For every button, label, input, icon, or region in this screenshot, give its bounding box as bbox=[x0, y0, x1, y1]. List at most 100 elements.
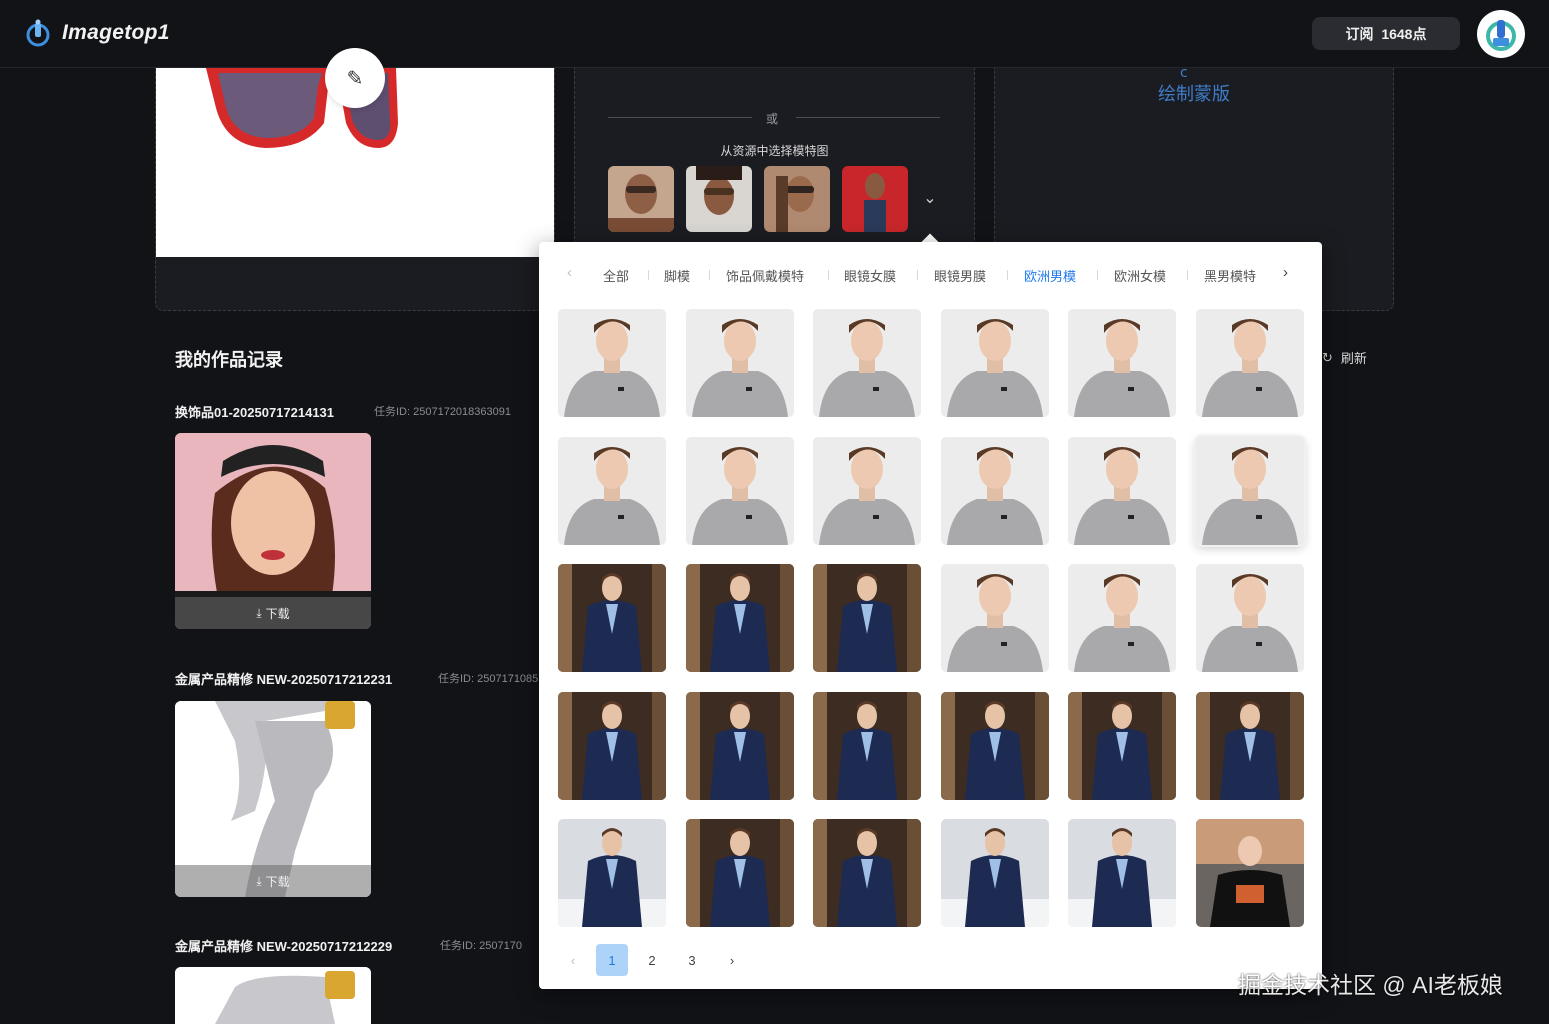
model-grid-item[interactable] bbox=[1068, 309, 1176, 417]
model-grid-item[interactable] bbox=[1068, 437, 1176, 545]
work-task-id: 任务ID: 2507171085 bbox=[438, 673, 539, 685]
pager-next-icon[interactable]: › bbox=[716, 944, 748, 976]
model-grid-item[interactable] bbox=[941, 564, 1049, 672]
model-grid-item[interactable] bbox=[558, 437, 666, 545]
model-photo-icon bbox=[764, 166, 830, 232]
model-photo-icon bbox=[558, 437, 666, 545]
model-photo-icon bbox=[608, 166, 674, 232]
model-photo-icon bbox=[1196, 819, 1304, 927]
model-photo-icon bbox=[686, 564, 794, 672]
model-grid-item[interactable] bbox=[1196, 309, 1304, 417]
model-grid-item[interactable] bbox=[1196, 564, 1304, 672]
model-photo-icon bbox=[941, 309, 1049, 417]
model-grid-item[interactable] bbox=[1196, 437, 1304, 545]
work-name: 金属产品精修 NEW-20250717212229 bbox=[175, 939, 393, 954]
model-grid-item[interactable] bbox=[941, 819, 1049, 927]
tab-divider bbox=[709, 270, 710, 280]
model-grid-item[interactable] bbox=[686, 819, 794, 927]
model-photo-icon bbox=[1068, 564, 1176, 672]
model-grid-item[interactable] bbox=[686, 692, 794, 800]
model-grid-item[interactable] bbox=[941, 437, 1049, 545]
watermark: 掘金技术社区 @ AI老板娘 bbox=[1238, 972, 1503, 998]
page-3[interactable]: 3 bbox=[676, 944, 708, 976]
model-thumb[interactable] bbox=[764, 166, 830, 232]
model-grid-item[interactable] bbox=[558, 309, 666, 417]
model-grid-item[interactable] bbox=[558, 564, 666, 672]
model-photo-icon bbox=[941, 692, 1049, 800]
work-task-id: 任务ID: 2507170 bbox=[440, 940, 522, 952]
model-thumb[interactable] bbox=[686, 166, 752, 232]
divider-right bbox=[796, 117, 940, 118]
model-photo-icon bbox=[686, 437, 794, 545]
model-grid-item[interactable] bbox=[813, 692, 921, 800]
tab-glasses-male[interactable]: 眼镜男膜 bbox=[934, 266, 986, 285]
logo-icon bbox=[26, 19, 50, 47]
model-thumb[interactable] bbox=[608, 166, 674, 232]
divider-left bbox=[608, 117, 752, 118]
top-bar: Imagetop1 订阅 1648点 bbox=[0, 0, 1549, 68]
draw-mask-button[interactable]: 绘制蒙版 bbox=[1120, 80, 1268, 106]
works-title: 我的作品记录 bbox=[175, 350, 283, 370]
model-grid-item[interactable] bbox=[813, 437, 921, 545]
tab-glasses-female[interactable]: 眼镜女膜 bbox=[844, 266, 896, 285]
page-2[interactable]: 2 bbox=[636, 944, 668, 976]
tab-european-female[interactable]: 欧洲女模 bbox=[1114, 266, 1166, 285]
work-card[interactable]: ⤓ 下载 bbox=[175, 701, 371, 897]
app-name: Imagetop1 bbox=[62, 21, 170, 44]
model-grid-item[interactable] bbox=[686, 309, 794, 417]
model-grid-item[interactable] bbox=[941, 692, 1049, 800]
model-grid-item[interactable] bbox=[686, 564, 794, 672]
model-thumb[interactable] bbox=[842, 166, 908, 232]
model-grid-item[interactable] bbox=[1068, 692, 1176, 800]
pick-model-label: 从资源中选择模特图 bbox=[720, 144, 829, 158]
model-grid-item[interactable] bbox=[558, 692, 666, 800]
model-photo-icon bbox=[1196, 309, 1304, 417]
model-photo-icon bbox=[686, 309, 794, 417]
chevron-down-icon[interactable]: ⌄ bbox=[920, 188, 940, 208]
download-button[interactable]: ⤓ 下载 bbox=[175, 865, 371, 897]
page-1[interactable]: 1 bbox=[596, 944, 628, 976]
model-photo-icon bbox=[813, 309, 921, 417]
tab-divider bbox=[828, 270, 829, 280]
tabs-prev-icon[interactable]: ‹ bbox=[567, 264, 572, 281]
model-grid-item[interactable] bbox=[813, 819, 921, 927]
refresh-button[interactable]: ↻ 刷新 bbox=[1322, 348, 1367, 367]
tab-accessory[interactable]: 饰品佩戴模特 bbox=[726, 266, 804, 285]
tab-foot[interactable]: 脚模 bbox=[664, 266, 690, 285]
tab-divider bbox=[1097, 270, 1098, 280]
tab-black-male[interactable]: 黑男模特 bbox=[1204, 266, 1256, 285]
model-photo-icon bbox=[1196, 692, 1304, 800]
model-photo-icon bbox=[813, 564, 921, 672]
avatar[interactable] bbox=[1477, 10, 1525, 58]
model-photo-icon bbox=[813, 437, 921, 545]
download-label: 下载 bbox=[265, 606, 290, 621]
pager-prev-icon[interactable]: ‹ bbox=[557, 944, 589, 976]
model-grid-item[interactable] bbox=[1196, 819, 1304, 927]
model-photo-icon bbox=[842, 166, 908, 232]
download-label: 下载 bbox=[265, 874, 290, 889]
or-text: 或 bbox=[766, 112, 779, 126]
subscribe-label: 订阅 bbox=[1345, 25, 1374, 42]
model-photo-icon bbox=[558, 564, 666, 672]
model-grid-item[interactable] bbox=[558, 819, 666, 927]
model-grid-item[interactable] bbox=[813, 564, 921, 672]
model-grid-item[interactable] bbox=[813, 309, 921, 417]
tab-all[interactable]: 全部 bbox=[603, 266, 629, 285]
model-grid-item[interactable] bbox=[941, 309, 1049, 417]
brush-icon: ⅽ bbox=[1180, 64, 1188, 80]
tabs-next-icon[interactable]: › bbox=[1283, 264, 1288, 281]
app-logo[interactable]: Imagetop1 bbox=[22, 17, 170, 49]
download-button[interactable]: ⤓ 下载 bbox=[175, 597, 371, 629]
download-icon: ⤓ bbox=[256, 605, 262, 620]
subscribe-button[interactable]: 订阅 1648点 bbox=[1312, 17, 1460, 50]
work-card[interactable]: ⤓ 下载 bbox=[175, 433, 371, 629]
model-grid-item[interactable] bbox=[1196, 692, 1304, 800]
tab-european-male[interactable]: 欧洲男模 bbox=[1024, 266, 1076, 285]
model-photo-icon bbox=[558, 309, 666, 417]
work-card[interactable] bbox=[175, 967, 371, 1024]
model-photo-icon bbox=[558, 692, 666, 800]
model-grid-item[interactable] bbox=[1068, 564, 1176, 672]
model-grid-item[interactable] bbox=[686, 437, 794, 545]
model-grid-item[interactable] bbox=[1068, 819, 1176, 927]
edit-image-button[interactable]: ✎ bbox=[325, 48, 385, 108]
